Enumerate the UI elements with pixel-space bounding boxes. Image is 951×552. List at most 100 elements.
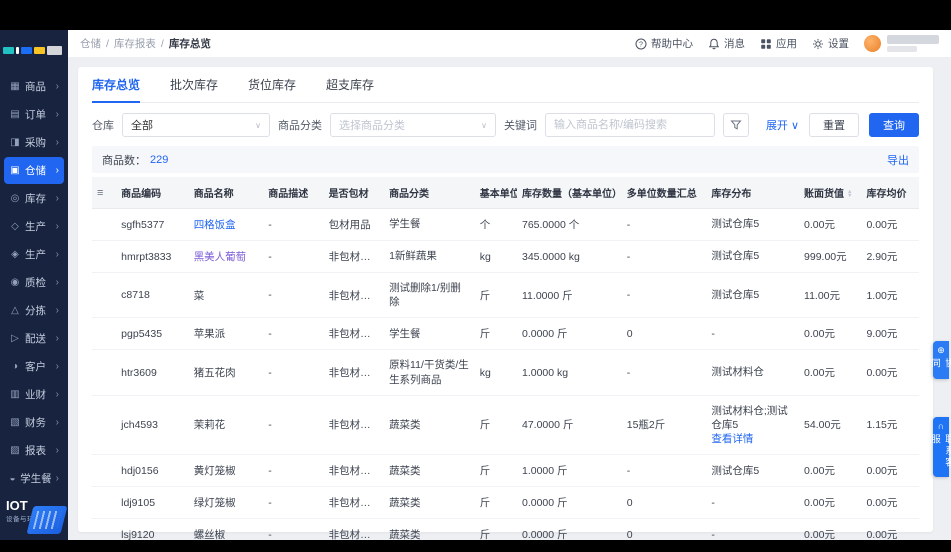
avg-price: 0.00元: [861, 349, 919, 396]
base-unit: 个: [474, 208, 517, 241]
column-settings[interactable]: ≡: [92, 177, 117, 209]
column-label: 库存分布: [711, 189, 752, 200]
row-settings-cell: [92, 272, 117, 319]
tab-1[interactable]: 批次库存: [170, 67, 218, 102]
advanced-filter-button[interactable]: [723, 113, 749, 137]
category-select[interactable]: 选择商品分类 ∨: [330, 113, 496, 137]
table-row[interactable]: hdj0156 黄灯笼椒 - 非包材用品 蔬菜类 斤 1.0000 斤 - 测试…: [92, 454, 919, 488]
stock-qty: 1.0000 斤: [517, 454, 622, 488]
warehouse-select[interactable]: 全部 ∨: [122, 113, 270, 137]
top-header: 仓储 / 库存报表 / 库存总览 ? 帮助中心 消息 应用 设置: [68, 30, 951, 57]
column-book[interactable]: 账面货值 ▲ ▼: [799, 177, 862, 209]
product-name-link[interactable]: 茉莉花: [188, 395, 264, 456]
tab-2[interactable]: 货位库存: [248, 67, 296, 102]
stock-qty: 0.0000 斤: [517, 486, 622, 520]
sort-caret-icon[interactable]: ▲ ▼: [847, 189, 852, 199]
breadcrumb-item[interactable]: 仓储: [80, 36, 101, 51]
book-value: 999.00元: [799, 240, 862, 273]
packaging-flag: 非包材用品: [323, 486, 385, 520]
chevron-right-icon: ›: [55, 249, 59, 260]
sidebar-item-warehouse[interactable]: ▣ 仓储 ›: [4, 157, 64, 184]
sidebar-item-sorting[interactable]: △ 分拣 ›: [4, 297, 64, 324]
logo-bar-yellow: [34, 46, 45, 54]
product-name-link[interactable]: 菜: [188, 272, 264, 319]
page-content: 库存总览 批次库存 货位库存 超支库存 仓库 全部 ∨ 商品分类 选择商品分类 ∨ 关…: [68, 57, 951, 540]
table-row[interactable]: sgfh5377 四格饭盒 - 包材用品 学生餐 个 765.0000 个 - …: [92, 208, 919, 241]
table-row[interactable]: lsj9120 螺丝椒 - 非包材用品 蔬菜类 斤 0.0000 斤 0 - 0…: [92, 518, 919, 540]
avatar: [864, 35, 881, 52]
book-value: 54.00元: [799, 395, 862, 456]
row-settings-cell: [92, 454, 117, 488]
tab-0[interactable]: 库存总览: [92, 67, 141, 103]
sidebar-item-reports[interactable]: ▨ 报表 ›: [4, 437, 64, 464]
reset-button[interactable]: 重置: [809, 113, 859, 137]
product-name-link[interactable]: 黑美人葡萄: [188, 240, 264, 273]
sidebar-item-production-2[interactable]: ◈ 生产 ›: [4, 241, 64, 268]
sidebar-item-quality[interactable]: ◉ 质检 ›: [4, 269, 64, 296]
help-center-button[interactable]: ? 帮助中心: [635, 36, 693, 51]
product-name-link[interactable]: 螺丝椒: [188, 518, 264, 540]
apps-button[interactable]: 应用: [760, 36, 797, 51]
column-qty[interactable]: 库存数量（基本单位）▲▼: [517, 177, 622, 209]
sidebar-item-delivery[interactable]: ▷ 配送 ›: [4, 325, 64, 352]
table-row[interactable]: jch4593 茉莉花 - 非包材用品 蔬菜类 斤 47.0000 斤 15瓶2…: [92, 395, 919, 456]
product-name-link[interactable]: 四格饭盒: [188, 208, 264, 241]
avg-price: 0.00元: [861, 486, 919, 520]
product-name-link[interactable]: 苹果派: [188, 317, 264, 351]
sidebar: ▦ 商品 › ▤ 订单 › ◨ 采购 › ▣ 仓储 › ◎ 库存 › ◇ 生产 …: [0, 30, 68, 540]
avg-price: 1.00元: [861, 272, 919, 319]
column-label: 多单位数量汇总: [626, 189, 697, 200]
sidebar-item-finance[interactable]: ▧ 财务 ›: [4, 409, 64, 436]
sidebar-item-label: 库存: [25, 193, 46, 205]
settings-button[interactable]: 设置: [812, 36, 849, 51]
view-distribution-detail-link[interactable]: 查看详情: [711, 432, 794, 446]
product-name-link[interactable]: 绿灯笼椒: [188, 486, 264, 520]
tab-3[interactable]: 超支库存: [326, 67, 374, 102]
breadcrumb-item[interactable]: 库存报表: [114, 36, 156, 51]
sidebar-item-purchasing[interactable]: ◨ 采购 ›: [4, 129, 64, 156]
multi-unit-qty: 0: [621, 486, 707, 520]
messages-button[interactable]: 消息: [708, 36, 745, 51]
table-row[interactable]: htr3609 猪五花肉 - 非包材用品 原料11/干货类/生生系列商品 kg …: [92, 349, 919, 396]
stock-qty: 1.0000 kg: [517, 349, 622, 396]
product-category: 蔬菜类: [384, 395, 475, 456]
column-label: 是否包材: [328, 189, 369, 200]
product-name-link[interactable]: 猪五花肉: [188, 349, 264, 396]
expand-toggle[interactable]: 展开 ∨: [766, 117, 799, 133]
sidebar-item-inventory[interactable]: ◎ 库存 ›: [4, 185, 64, 212]
inventory-card: 库存总览 批次库存 货位库存 超支库存 仓库 全部 ∨ 商品分类 选择商品分类 ∨ 关…: [78, 67, 933, 540]
sidebar-item-business-finance[interactable]: ▥ 业财 ›: [4, 381, 64, 408]
breadcrumb-current: 库存总览: [168, 38, 211, 50]
table-row[interactable]: pgp5435 苹果派 - 非包材用品 学生餐 斤 0.0000 斤 0 - 0…: [92, 317, 919, 351]
product-code: c8718: [116, 272, 189, 319]
sidebar-item-icon: ◑: [11, 361, 19, 372]
search-button[interactable]: 查询: [869, 113, 919, 137]
sidebar-item-orders[interactable]: ▤ 订单 ›: [4, 101, 64, 128]
user-menu[interactable]: [864, 35, 939, 52]
table-row[interactable]: ldj9105 绿灯笼椒 - 非包材用品 蔬菜类 斤 0.0000 斤 0 - …: [92, 486, 919, 520]
table-row[interactable]: c8718 菜 - 非包材用品 测试删除1/别删除 斤 11.0000 斤 - …: [92, 272, 919, 319]
customer-service-label: 联系客服: [929, 434, 951, 469]
column-label: 基本单位: [479, 189, 517, 200]
sidebar-item-production-1[interactable]: ◇ 生产 ›: [4, 213, 64, 240]
book-value: 0.00元: [799, 486, 862, 520]
table-row[interactable]: hmrpt3833 黑美人葡萄 - 非包材用品 1新鲜蔬果 kg 345.000…: [92, 240, 919, 273]
product-name-link[interactable]: 黄灯笼椒: [188, 454, 264, 488]
sidebar-item-customers[interactable]: ◑ 客户 ›: [4, 353, 64, 380]
chevron-right-icon: ›: [55, 81, 59, 92]
sidebar-item-student-meals[interactable]: ◒ 学生餐 ›: [4, 465, 64, 492]
export-button[interactable]: 导出: [887, 152, 909, 168]
product-code: jch4593: [116, 395, 189, 456]
keyword-input[interactable]: [545, 113, 715, 137]
app-window: ▦ 商品 › ▤ 订单 › ◨ 采购 › ▣ 仓储 › ◎ 库存 › ◇ 生产 …: [0, 30, 951, 540]
customer-service-floating-tab[interactable]: ∩ 联系客服: [929, 417, 951, 477]
stock-qty: 765.0000 个: [517, 208, 622, 241]
chevron-right-icon: ›: [55, 165, 59, 176]
sidebar-item-products[interactable]: ▦ 商品 ›: [4, 73, 64, 100]
app-logo[interactable]: [0, 38, 68, 62]
apps-label: 应用: [776, 38, 797, 50]
product-desc: -: [263, 518, 324, 540]
collab-floating-tab[interactable]: ⊕ 协同: [929, 341, 951, 379]
chevron-down-icon: ∨: [255, 120, 261, 130]
column-label: 账面货值: [804, 189, 845, 200]
